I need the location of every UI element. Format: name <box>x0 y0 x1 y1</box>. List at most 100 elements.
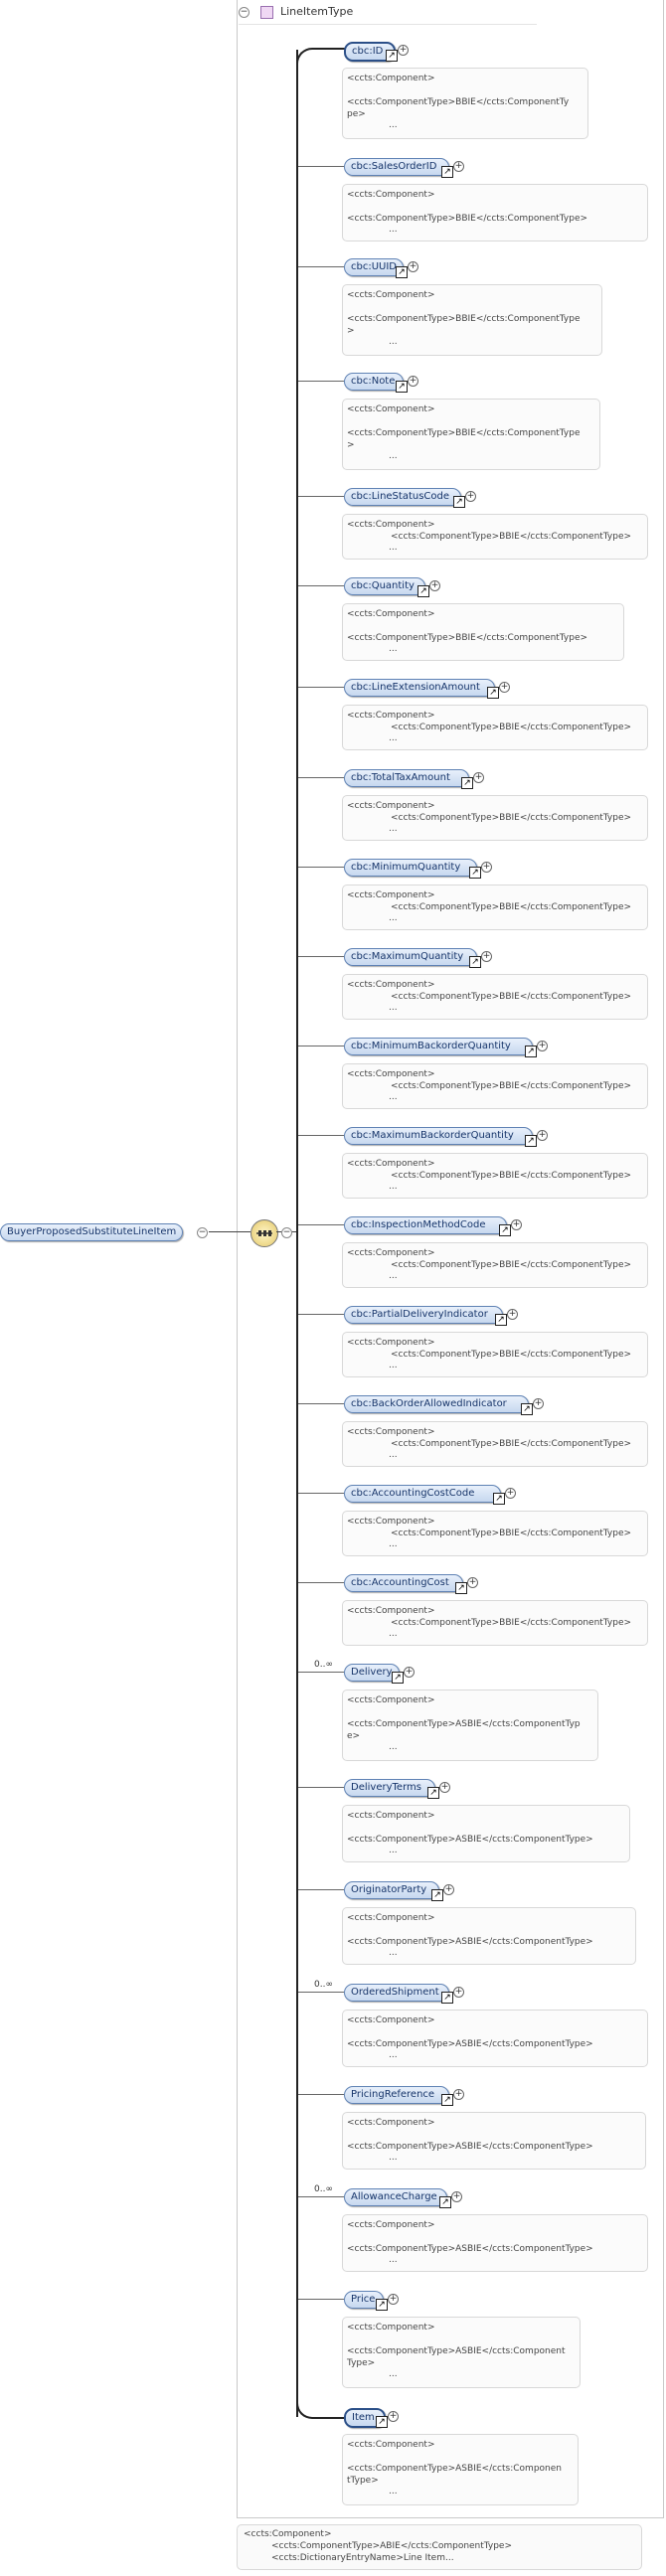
annotation-line: <ccts:ComponentType>ASBIE</ccts:Componen… <box>347 1835 593 1845</box>
annotation-line: > <box>347 326 355 336</box>
minus-circle-icon[interactable]: − <box>281 1227 292 1238</box>
annotation-line: <ccts:ComponentType>BBIE</ccts:Component… <box>347 314 581 324</box>
plus-circle-icon[interactable]: + <box>507 1309 518 1320</box>
reference-arrow-icon: ↗ <box>487 687 499 699</box>
occurrence-label: 0..∞ <box>314 2184 333 2194</box>
element-node[interactable]: cbc:BackOrderAllowedIndicator <box>344 1395 529 1413</box>
annotation-line: <ccts:Component> <box>347 190 435 200</box>
plus-circle-icon[interactable]: + <box>511 1219 522 1230</box>
plus-circle-icon[interactable]: + <box>505 1488 516 1499</box>
sequence-spine-bottom <box>296 2393 346 2419</box>
annotation-line <box>347 2334 576 2345</box>
branch-line <box>298 1889 344 1890</box>
root-element[interactable]: BuyerProposedSubstituteLineItem <box>0 1223 184 1241</box>
annotation-card: <ccts:Component> <ccts:ComponentType>ASB… <box>342 2010 648 2067</box>
annotation-card: <ccts:Component> <ccts:ComponentType>BBIE… <box>342 1153 648 1199</box>
element-node[interactable]: cbc:LineExtensionAmount <box>344 679 495 697</box>
annotation-line <box>347 620 619 632</box>
element-node[interactable]: cbc:AccountingCostCode <box>344 1485 501 1503</box>
annotation-card: <ccts:Component> <ccts:ComponentType>ASB… <box>342 2214 648 2272</box>
element-node[interactable]: cbc:MaximumQuantity <box>344 948 477 966</box>
reference-arrow-icon: ↗ <box>441 166 453 178</box>
branch-line <box>298 2299 344 2300</box>
plus-circle-icon[interactable]: + <box>388 2411 399 2422</box>
annotation-card: <ccts:Component> <ccts:ComponentType>BBIE… <box>342 1332 648 1377</box>
annotation-ellipsis: ... <box>389 2153 398 2163</box>
connector-line <box>209 1231 250 1232</box>
branch-line <box>298 1493 344 1494</box>
reference-arrow-icon: ↗ <box>493 1493 505 1505</box>
branch-line <box>298 1787 344 1788</box>
element-node[interactable]: DeliveryTerms <box>344 1779 435 1797</box>
element-node[interactable]: cbc:MaximumBackorderQuantity <box>344 1127 533 1145</box>
annotation-ellipsis: ... <box>389 2255 398 2265</box>
element-node[interactable]: cbc:LineStatusCode <box>344 488 461 506</box>
minus-circle-icon[interactable]: − <box>197 1227 208 1238</box>
annotation-line: <ccts:Component> <box>347 1695 435 1705</box>
annotation-line: <ccts:ComponentType>BBIE</ccts:Component… <box>391 992 632 1002</box>
plus-circle-icon[interactable]: + <box>467 1577 478 1588</box>
annotation-card: <ccts:Component> <ccts:ComponentType>BBI… <box>342 399 600 470</box>
annotation-card: <ccts:Component> <ccts:ComponentType>ASB… <box>342 1690 598 1761</box>
element-node[interactable]: OrderedShipment <box>344 1984 449 2002</box>
branch-line <box>298 381 344 382</box>
branch-line <box>298 1135 344 1136</box>
annotation-line: <ccts:ComponentType>BBIE</ccts:Component… <box>347 633 588 643</box>
plus-circle-icon[interactable]: + <box>537 1041 548 1051</box>
annotation-ellipsis: ... <box>389 1742 398 1752</box>
annotation-ellipsis: ... <box>389 1092 398 1102</box>
plus-circle-icon[interactable]: + <box>388 2294 399 2305</box>
element-node[interactable]: PricingReference <box>344 2086 449 2104</box>
element-node[interactable]: cbc:Quantity <box>344 577 425 595</box>
plus-circle-icon[interactable]: + <box>439 1782 450 1793</box>
occurrence-label: 0..∞ <box>314 1980 333 1990</box>
plus-circle-icon[interactable]: + <box>453 1987 464 1998</box>
element-node[interactable]: cbc:AccountingCost <box>344 1574 463 1592</box>
annotation-card: <ccts:Component> <ccts:ComponentType>BBI… <box>342 68 588 139</box>
annotation-line: <ccts:ComponentType>BBIE</ccts:Component… <box>347 97 570 107</box>
plus-circle-icon[interactable]: + <box>481 951 492 962</box>
reference-arrow-icon: ↗ <box>453 496 465 508</box>
plus-circle-icon[interactable]: + <box>473 772 484 783</box>
plus-circle-icon[interactable]: + <box>404 1667 415 1678</box>
annotation-ellipsis: ... <box>389 1003 398 1013</box>
plus-circle-icon[interactable]: + <box>398 45 409 56</box>
annotation-card: <ccts:Component> <ccts:ComponentType>ASB… <box>342 2317 581 2388</box>
element-node[interactable]: cbc:MinimumQuantity <box>344 859 477 877</box>
branch-line <box>298 1672 344 1673</box>
plus-circle-icon[interactable]: + <box>499 682 510 693</box>
annotation-line: <ccts:Component> <box>347 1517 435 1527</box>
annotation-line: <ccts:Component> <box>244 2529 332 2539</box>
element-node[interactable]: cbc:TotalTaxAmount <box>344 769 469 787</box>
annotation-line <box>347 2026 643 2038</box>
element-node[interactable]: cbc:Note <box>344 373 404 391</box>
element-node[interactable]: cbc:InspectionMethodCode <box>344 1216 507 1234</box>
plus-circle-icon[interactable]: + <box>465 491 476 502</box>
annotation-line: <ccts:ComponentType>BBIE</ccts:Component… <box>391 532 632 542</box>
plus-circle-icon[interactable]: + <box>481 862 492 873</box>
minus-circle-icon[interactable]: − <box>239 7 250 18</box>
plus-circle-icon[interactable]: + <box>453 161 464 172</box>
element-node[interactable]: cbc:UUID <box>344 258 404 276</box>
plus-circle-icon[interactable]: + <box>533 1398 544 1409</box>
plus-circle-icon[interactable]: + <box>537 1130 548 1141</box>
type-name: LineItemType <box>280 5 354 18</box>
annotation-line <box>347 415 595 427</box>
plus-circle-icon[interactable]: + <box>451 2191 462 2202</box>
element-node[interactable]: cbc:SalesOrderID <box>344 158 449 176</box>
annotation-line: <ccts:Component> <box>347 1913 435 1923</box>
plus-circle-icon[interactable]: + <box>443 1884 454 1895</box>
element-node[interactable]: OriginatorParty <box>344 1881 439 1899</box>
sequence-compositor-icon[interactable] <box>250 1219 278 1247</box>
reference-arrow-icon: ↗ <box>417 585 429 597</box>
annotation-card: <ccts:Component> <ccts:ComponentType>BBIE… <box>342 1600 648 1646</box>
plus-circle-icon[interactable]: + <box>429 580 440 591</box>
reference-arrow-icon: ↗ <box>427 1787 439 1799</box>
annotation-ellipsis: ... <box>389 2369 398 2379</box>
plus-circle-icon[interactable]: + <box>453 2089 464 2100</box>
plus-circle-icon[interactable]: + <box>408 261 418 272</box>
element-node[interactable]: AllowanceCharge <box>344 2188 447 2206</box>
element-node[interactable]: cbc:PartialDeliveryIndicator <box>344 1306 503 1324</box>
plus-circle-icon[interactable]: + <box>408 376 418 387</box>
element-node[interactable]: cbc:MinimumBackorderQuantity <box>344 1038 533 1055</box>
